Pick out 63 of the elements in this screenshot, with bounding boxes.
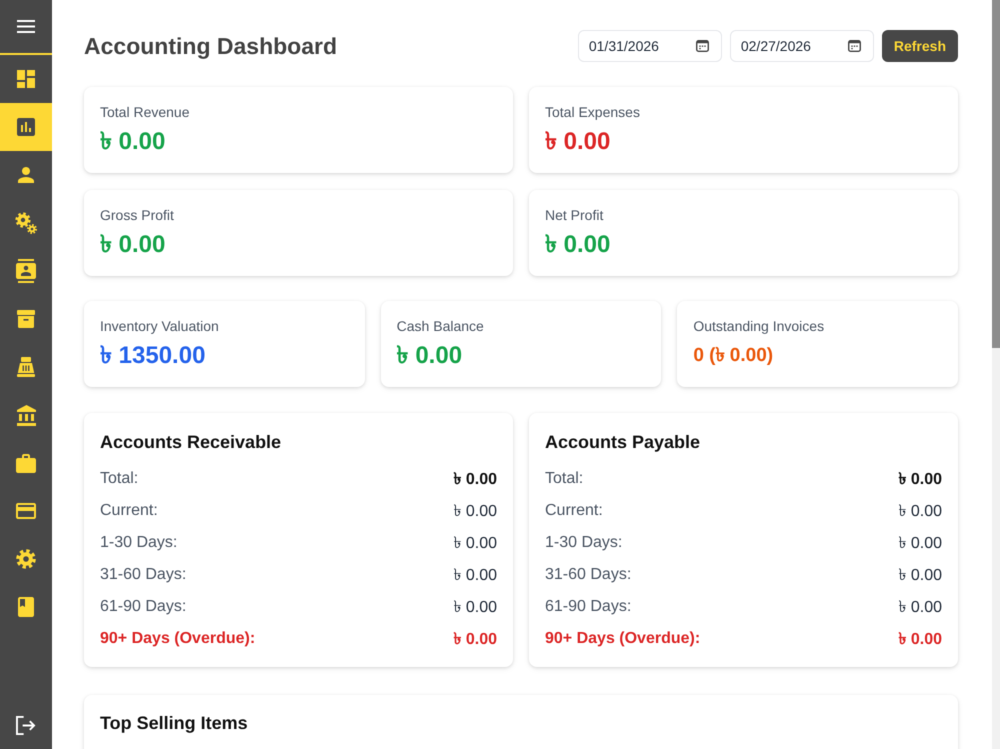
aging-label: 61-90 Days:	[545, 598, 632, 616]
aging-label: 31-60 Days:	[100, 566, 186, 584]
date-field[interactable]: 02/27/2026	[730, 30, 874, 62]
aging-label: 90+ Days (Overdue):	[545, 630, 700, 648]
page-title: Accounting Dashboard	[84, 32, 338, 60]
scrollbar-thumb[interactable]	[992, 0, 1000, 348]
credit-card-icon	[16, 503, 36, 519]
dashboard-icon	[17, 70, 35, 88]
stat-value: ৳ 1350.00	[100, 341, 206, 371]
card-title: Top Selling Items	[100, 712, 248, 734]
aging-amount: ৳ 0.00	[898, 566, 942, 586]
aging-amount: ৳ 0.00	[898, 470, 942, 490]
aging-label: 1-30 Days:	[545, 534, 622, 552]
aging-label: 90+ Days (Overdue):	[100, 630, 256, 648]
stat-value: ৳ 0.00	[545, 230, 610, 260]
cash-register-icon	[17, 357, 35, 377]
aging-label: Current:	[545, 502, 603, 520]
aging-label: 31-60 Days:	[545, 566, 632, 584]
card-title: Accounts Receivable	[100, 431, 282, 453]
contact-card-icon	[16, 259, 36, 283]
stat-label: Outstanding Invoices	[693, 317, 824, 335]
stat-label: Total Expenses	[545, 103, 640, 121]
bank-icon	[16, 404, 36, 426]
stat-value: ৳ 0.00	[396, 341, 462, 371]
stat-value: ৳ 0.00	[100, 127, 166, 157]
aging-label: Current:	[100, 502, 158, 520]
aging-amount: ৳ 0.00	[898, 598, 942, 618]
stat-label: Total Revenue	[100, 103, 190, 121]
stat-value: ৳ 0.00	[545, 127, 610, 157]
nav-item[interactable]	[0, 103, 52, 151]
menu-icon[interactable]	[17, 20, 35, 33]
gears-icon	[15, 212, 37, 234]
aging-amount: ৳ 0.00	[898, 630, 942, 650]
aging-amount: ৳ 0.00	[453, 534, 497, 554]
calendar-icon[interactable]	[848, 40, 861, 52]
aging-amount: ৳ 0.00	[453, 598, 497, 618]
aging-label: 61-90 Days:	[100, 598, 186, 616]
aging-amount: ৳ 0.00	[453, 630, 497, 650]
stat-label: Cash Balance	[396, 317, 484, 335]
settings-icon	[16, 549, 36, 569]
aging-label: Total:	[545, 470, 584, 488]
aging-label: 1-30 Days:	[100, 534, 178, 552]
archive-box-icon	[17, 310, 35, 328]
person-icon	[18, 167, 34, 183]
aging-amount: ৳ 0.00	[453, 566, 497, 586]
book-icon	[18, 597, 34, 617]
aging-amount: ৳ 0.00	[898, 534, 942, 554]
stat-label: Inventory Valuation	[100, 317, 219, 335]
aging-label: Total:	[100, 470, 138, 488]
briefcase-icon	[16, 454, 36, 472]
stat-value: 0 (৳ 0.00)	[693, 344, 774, 368]
stat-label: Net Profit	[545, 206, 604, 224]
logout-icon[interactable]	[16, 716, 36, 734]
refresh-button[interactable]: Refresh	[882, 30, 958, 62]
aging-amount: ৳ 0.00	[453, 470, 497, 490]
date-field[interactable]: 01/31/2026	[578, 30, 722, 62]
aging-amount: ৳ 0.00	[898, 502, 942, 522]
stat-label: Gross Profit	[100, 206, 174, 224]
calendar-icon[interactable]	[696, 40, 709, 52]
aging-amount: ৳ 0.00	[453, 502, 497, 522]
card-title: Accounts Payable	[545, 431, 700, 453]
stat-value: ৳ 0.00	[100, 230, 166, 260]
bar-chart-icon	[17, 118, 35, 136]
